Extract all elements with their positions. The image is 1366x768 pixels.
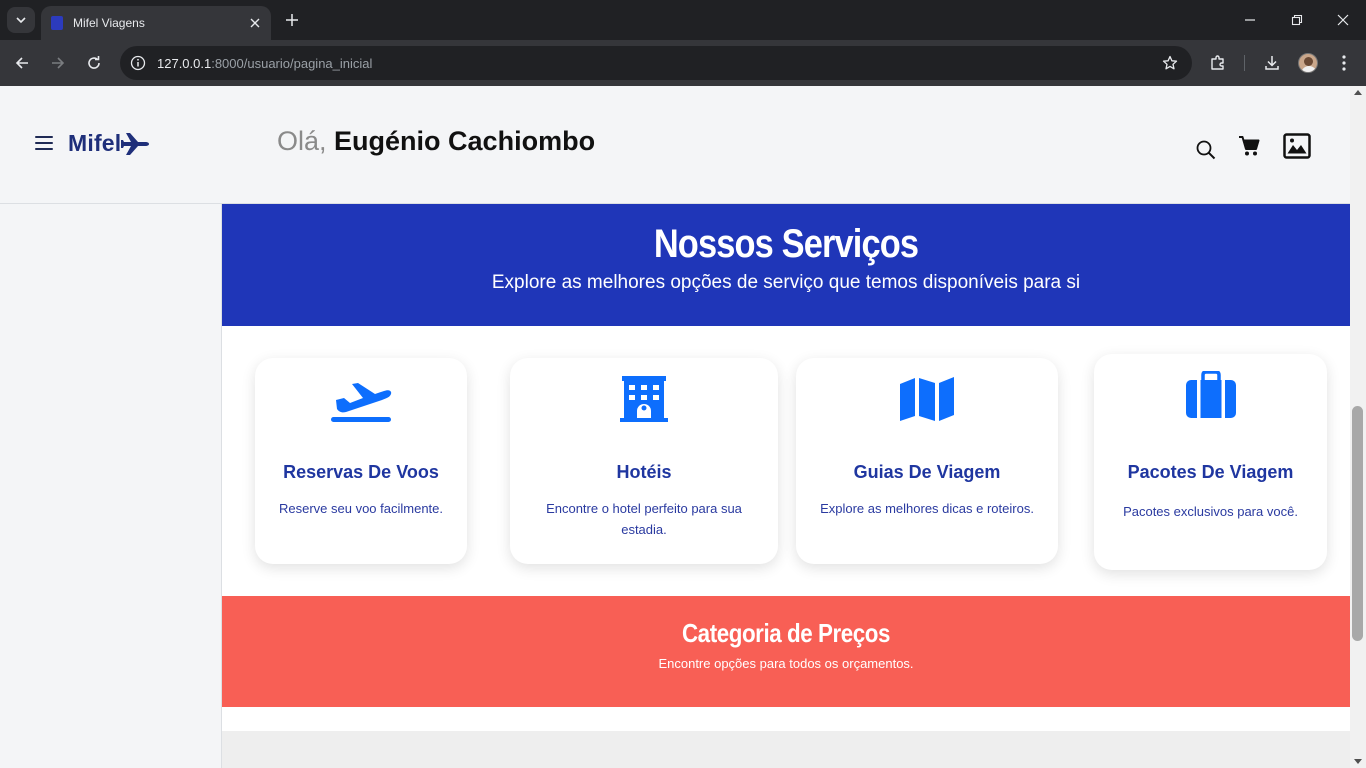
card-description: Encontre o hotel perfeito para sua estad… — [546, 501, 742, 537]
service-card-hotels[interactable]: Hotéis Encontre o hotel perfeito para su… — [510, 358, 778, 564]
scroll-up-arrow[interactable] — [1354, 90, 1362, 95]
gallery-button[interactable] — [1282, 133, 1312, 159]
service-card-packages[interactable]: Pacotes De Viagem Pacotes exclusivos par… — [1094, 354, 1327, 570]
service-card-flights[interactable]: Reservas De Voos Reserve seu voo facilme… — [255, 358, 467, 564]
site-header: Mifel Olá, Eugénio Cachiombo — [0, 86, 1350, 204]
services-banner: Nossos Serviços Explore as melhores opçõ… — [222, 204, 1350, 326]
plus-icon — [286, 14, 298, 26]
browser-toolbar: 127.0.0.1:8000/usuario/pagina_inicial — [0, 40, 1366, 86]
hotel-icon — [510, 374, 778, 424]
url-text: 127.0.0.1:8000/usuario/pagina_inicial — [157, 56, 1158, 71]
search-icon — [1196, 140, 1216, 160]
star-icon — [1162, 55, 1178, 70]
card-title: Guias De Viagem — [853, 462, 1001, 482]
price-category-title: Categoria de Preços — [681, 618, 891, 648]
restore-icon — [1291, 14, 1303, 26]
site-info-button[interactable] — [126, 51, 150, 75]
cart-icon — [1239, 136, 1260, 156]
arrow-left-icon — [15, 57, 28, 69]
download-icon — [1265, 56, 1279, 70]
services-subtitle: Explore as melhores opções de serviço qu… — [491, 272, 1081, 293]
tab-title: Mifel Viagens — [73, 16, 145, 30]
sidebar — [0, 204, 222, 768]
service-card-guides[interactable]: Guias De Viagem Explore as melhores dica… — [796, 358, 1058, 564]
bookmark-button[interactable] — [1158, 51, 1182, 75]
main-content: Nossos Serviços Explore as melhores opçõ… — [222, 204, 1350, 768]
new-tab-button[interactable] — [281, 9, 303, 31]
card-description: Explore as melhores dicas e roteiros. — [820, 501, 1034, 516]
favicon-icon — [51, 16, 63, 30]
browser-tab-bar: Mifel Viagens — [0, 0, 1366, 40]
close-icon — [1337, 14, 1349, 26]
site-logo[interactable]: Mifel — [68, 130, 150, 157]
card-description: Pacotes exclusivos para você. — [1123, 504, 1298, 519]
address-bar[interactable]: 127.0.0.1:8000/usuario/pagina_inicial — [120, 46, 1192, 80]
next-section — [222, 731, 1350, 768]
cart-button[interactable] — [1237, 134, 1261, 158]
image-icon — [1283, 133, 1311, 159]
greeting-prefix: Olá, — [277, 126, 327, 156]
url-host: 127.0.0.1 — [157, 55, 212, 71]
scroll-thumb[interactable] — [1352, 406, 1363, 641]
downloads-button[interactable] — [1260, 51, 1284, 75]
more-vert-icon — [1342, 55, 1346, 71]
url-path: :8000/usuario/pagina_inicial — [211, 55, 373, 71]
profile-avatar[interactable] — [1298, 53, 1318, 73]
close-window-button[interactable] — [1329, 8, 1357, 32]
minimize-icon — [1245, 19, 1255, 21]
user-name: Eugénio Cachiombo — [334, 126, 596, 156]
page-viewport: Mifel Olá, Eugénio Cachiombo Nossos Serv… — [0, 86, 1350, 768]
card-title: Pacotes De Viagem — [1127, 462, 1294, 482]
price-category-subtitle: Encontre opções para todos os orçamentos… — [658, 656, 914, 671]
price-category-banner: Categoria de Preços Encontre opções para… — [222, 596, 1350, 707]
airplane-icon — [121, 132, 150, 155]
close-icon — [250, 18, 260, 28]
tab-search-button[interactable] — [7, 7, 35, 33]
puzzle-icon — [1211, 55, 1224, 70]
chevron-down-icon — [16, 17, 26, 24]
browser-menu-button[interactable] — [1332, 51, 1356, 75]
arrow-right-icon — [52, 57, 65, 69]
menu-toggle-icon[interactable] — [35, 136, 53, 150]
plane-takeoff-icon — [255, 378, 467, 424]
services-title: Nossos Serviços — [653, 222, 919, 266]
search-button[interactable] — [1195, 139, 1217, 161]
extensions-button[interactable] — [1206, 51, 1230, 75]
minimize-button[interactable] — [1236, 8, 1264, 32]
info-icon — [130, 55, 146, 71]
back-button[interactable] — [9, 50, 35, 76]
page-scrollbar[interactable] — [1350, 86, 1366, 768]
browser-tab[interactable]: Mifel Viagens — [41, 6, 271, 40]
card-description: Reserve seu voo facilmente. — [278, 501, 444, 516]
card-title: Reservas De Voos — [283, 462, 439, 482]
logo-text: Mifel — [68, 130, 122, 156]
card-title: Hotéis — [616, 462, 672, 482]
suitcase-icon — [1094, 371, 1327, 419]
reload-button[interactable] — [81, 50, 107, 76]
tab-close-button[interactable] — [245, 13, 265, 33]
restore-button[interactable] — [1283, 8, 1311, 32]
reload-icon — [88, 56, 100, 69]
scroll-down-arrow[interactable] — [1354, 759, 1362, 764]
forward-button[interactable] — [45, 50, 71, 76]
greeting: Olá, Eugénio Cachiombo — [277, 126, 595, 157]
toolbar-separator — [1244, 55, 1245, 71]
map-icon — [796, 376, 1058, 422]
